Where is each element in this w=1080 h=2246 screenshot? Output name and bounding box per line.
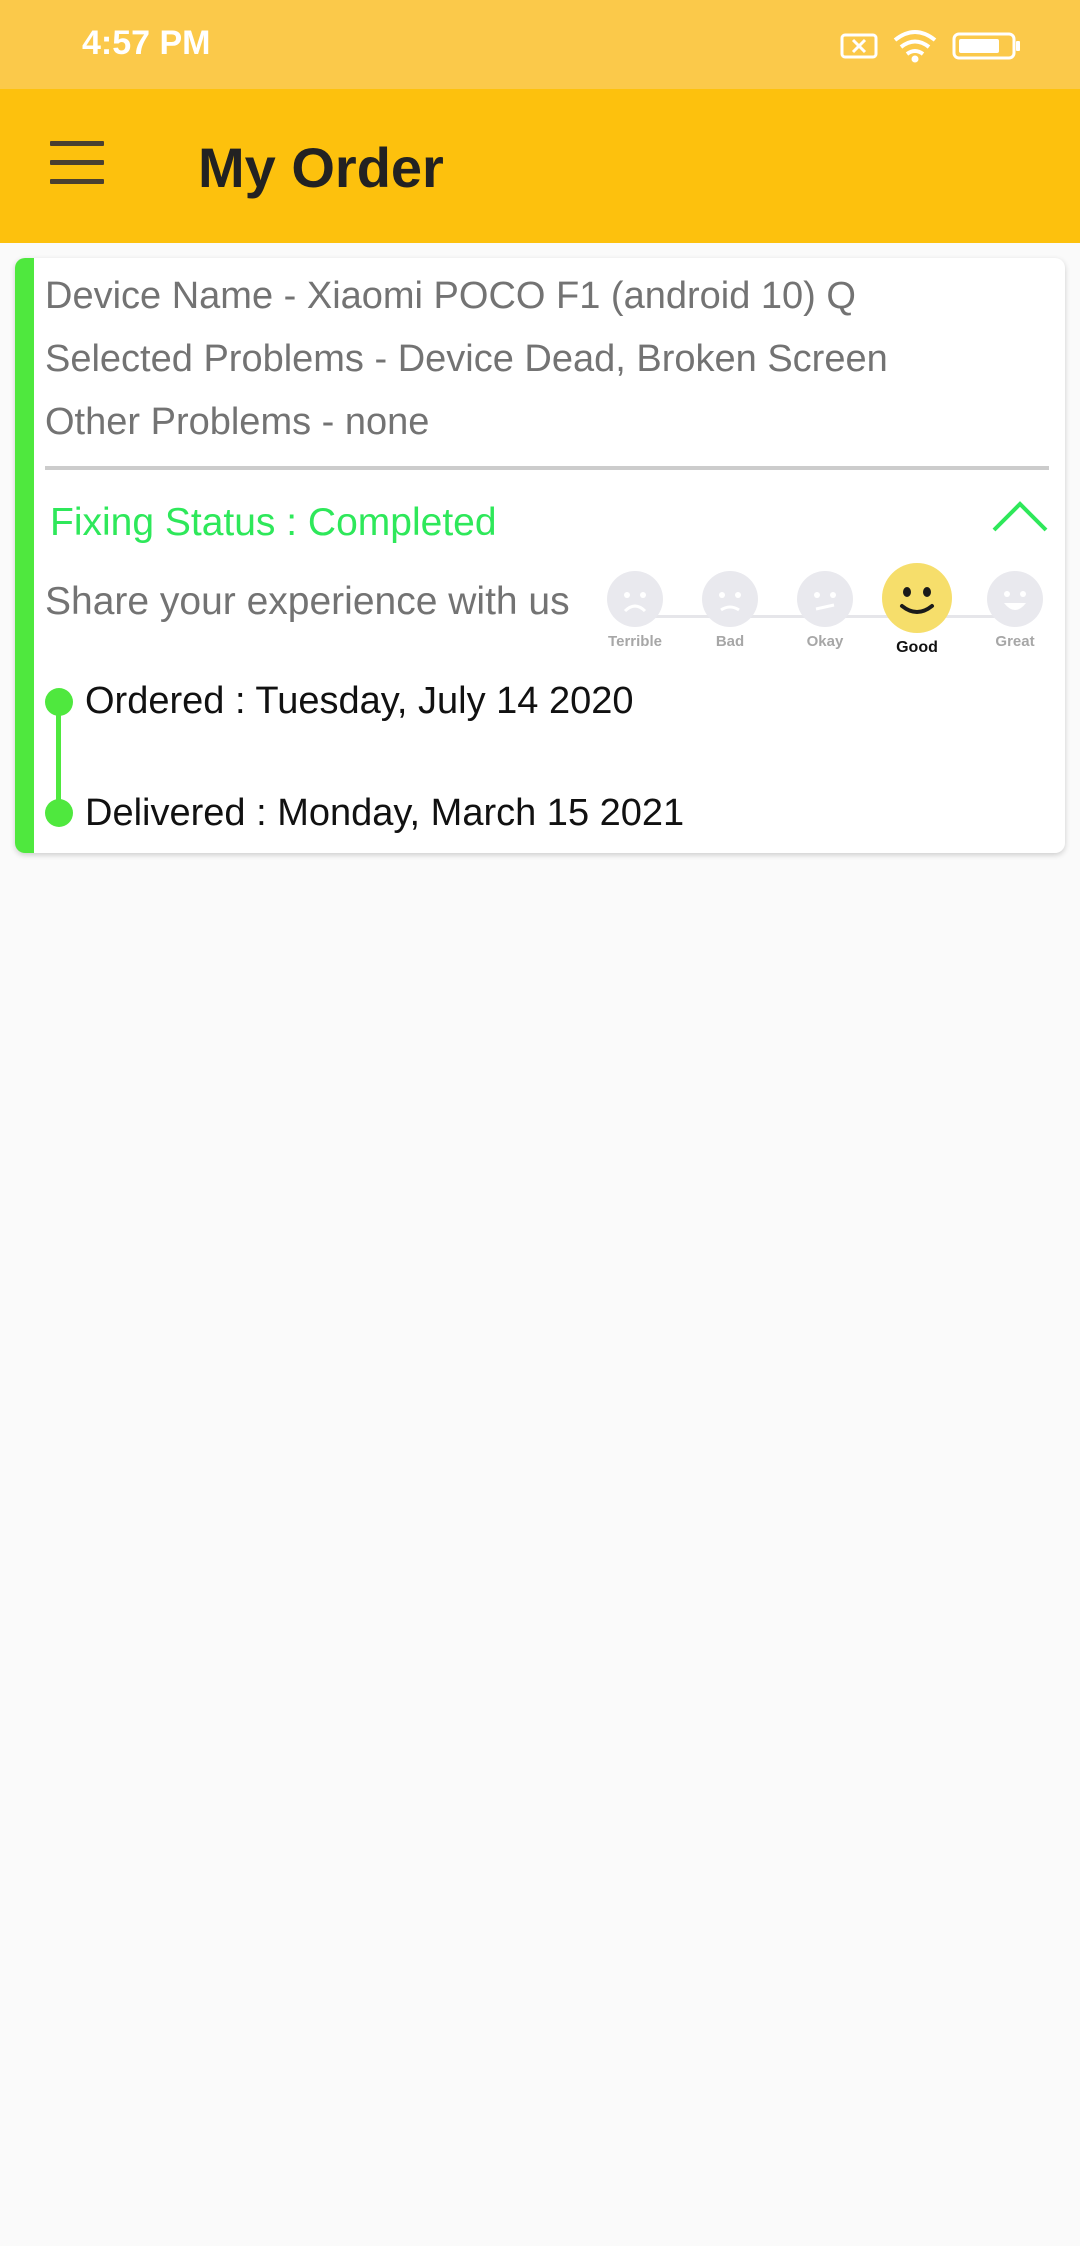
rating-label-okay: Okay [806,633,844,650]
rating-bar: Terrible Bad Okay Good Great [590,563,1050,673]
rating-terrible[interactable]: Terrible [590,571,680,650]
page-title: My Order [198,136,444,199]
status-time: 4:57 PM [82,24,211,62]
great-face-icon [987,571,1043,627]
timeline-dot-delivered [45,799,73,827]
rating-good[interactable]: Good [872,563,962,657]
share-experience-label: Share your experience with us [45,580,570,623]
rating-okay[interactable]: Okay [780,571,870,650]
other-problems: Other Problems - none [45,401,430,443]
status-bar: 4:57 PM [0,0,1080,89]
selected-problems: Selected Problems - Device Dead, Broken … [45,338,888,380]
wifi-icon [892,28,938,69]
terrible-face-icon [607,571,663,627]
battery-icon [952,31,1022,66]
rating-label-great: Great [995,633,1035,650]
rating-bad[interactable]: Bad [685,571,775,650]
rating-great[interactable]: Great [970,571,1060,650]
rating-label-good: Good [896,639,938,656]
divider [45,466,1049,470]
card-accent-bar [15,258,34,853]
delivered-date: Delivered : Monday, March 15 2021 [85,792,685,834]
good-face-icon [882,563,952,633]
rating-label-bad: Bad [715,633,745,650]
chevron-up-icon[interactable] [990,496,1050,536]
device-name: Device Name - Xiaomi POCO F1 (android 10… [45,275,856,317]
timeline-dot-ordered [45,688,73,716]
status-icons [840,28,1022,68]
order-card[interactable]: Device Name - Xiaomi POCO F1 (android 10… [15,258,1065,853]
fixing-status: Fixing Status : Completed [50,501,497,544]
okay-face-icon [797,571,853,627]
timeline-connector [56,703,61,813]
bad-face-icon [702,571,758,627]
app-bar: My Order [0,89,1080,243]
hamburger-menu-icon[interactable] [50,141,104,185]
ordered-date: Ordered : Tuesday, July 14 2020 [85,680,634,722]
sim-blocked-icon [840,32,878,65]
rating-label-terrible: Terrible [608,633,662,650]
